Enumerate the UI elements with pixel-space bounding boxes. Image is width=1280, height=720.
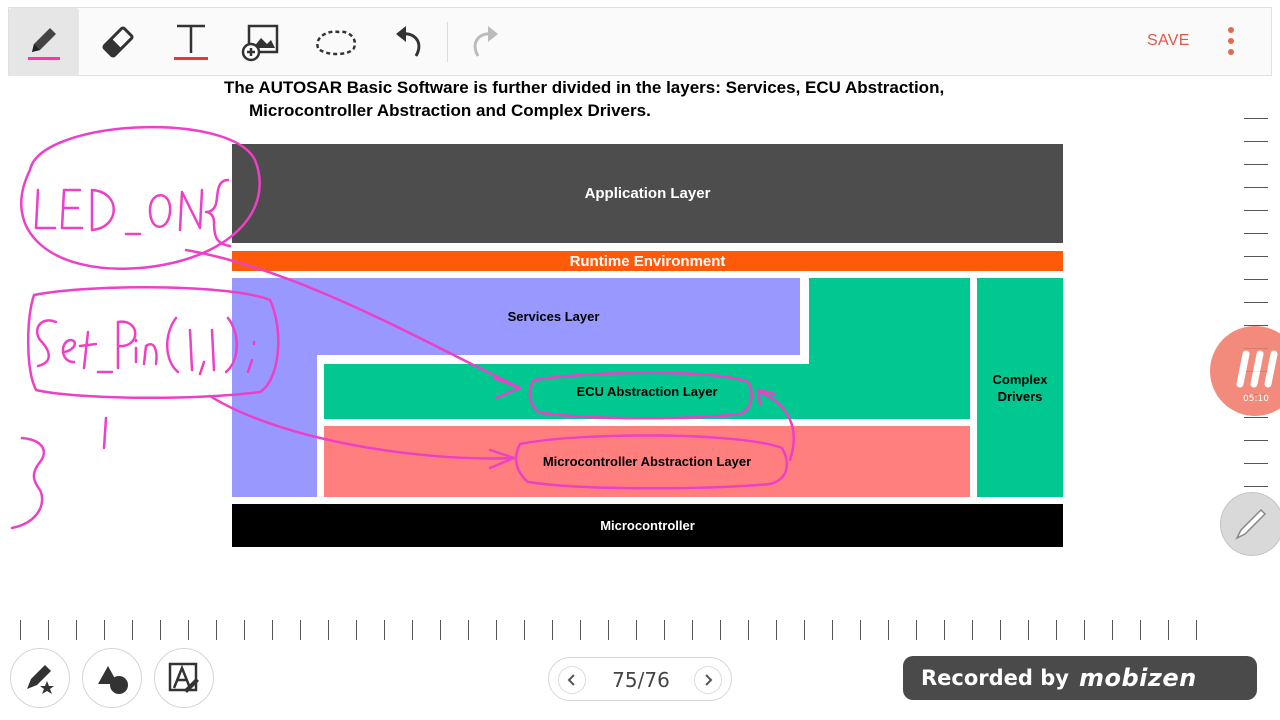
- ruler-tick: [636, 620, 637, 640]
- ruler-tick: [1112, 620, 1113, 640]
- undo-icon: [396, 26, 421, 57]
- lasso-icon: [316, 30, 357, 56]
- save-button[interactable]: SAVE: [1147, 32, 1190, 50]
- ruler-tick: [468, 620, 469, 640]
- application-layer-block: Application Layer: [232, 144, 1063, 243]
- complex-drivers-block: Complex Drivers: [977, 278, 1063, 497]
- ruler-tick: [1028, 620, 1029, 640]
- text-tool[interactable]: [156, 8, 226, 76]
- mcal-block: Microcontroller Abstraction Layer: [324, 426, 970, 497]
- ruler-tick: [1196, 620, 1197, 640]
- slide-canvas: The AUTOSAR Basic Software is further di…: [222, 76, 1078, 562]
- ruler-tick: [412, 620, 413, 640]
- slide-title: The AUTOSAR Basic Software is further di…: [224, 76, 1044, 122]
- ruler-tick: [188, 620, 189, 640]
- ruler-tick: [496, 620, 497, 640]
- ruler-tick: [1084, 620, 1085, 640]
- ruler-tick: [916, 620, 917, 640]
- runtime-environment-block: Runtime Environment: [232, 251, 1063, 271]
- closing-brace: [10, 436, 45, 530]
- lasso-tool[interactable]: [301, 8, 371, 76]
- ruler-tick: [1140, 620, 1141, 640]
- ruler-tick: [48, 620, 49, 640]
- ruler-tick: [440, 620, 441, 640]
- pen-tool[interactable]: [9, 8, 79, 76]
- undo-tool[interactable]: [375, 8, 445, 76]
- pen-settings-button[interactable]: [10, 648, 70, 708]
- ruler-tick: [20, 620, 21, 640]
- ruler-tick: [76, 620, 77, 640]
- ruler-tick: [384, 620, 385, 640]
- ruler-tick: [300, 620, 301, 640]
- ruler-tick: [160, 620, 161, 640]
- ruler-tick: [216, 620, 217, 640]
- insert-image-tool[interactable]: [226, 8, 296, 76]
- text-recognition-button[interactable]: [154, 648, 214, 708]
- image-add-icon: [241, 24, 279, 62]
- ruler-tick: [244, 620, 245, 640]
- ruler-tick: [888, 620, 889, 640]
- more-options-icon[interactable]: [1221, 24, 1241, 60]
- handwriting-to-text-icon: [168, 662, 199, 693]
- next-page-button[interactable]: [694, 666, 722, 694]
- ruler-tick: [972, 620, 973, 640]
- ruler-tick: [720, 620, 721, 640]
- services-layer-block: Services Layer: [232, 278, 800, 355]
- ruler-tick: [860, 620, 861, 640]
- ruler-tick: [328, 620, 329, 640]
- ruler-tick: [1056, 620, 1057, 640]
- ruler-tick: [776, 620, 777, 640]
- ruler-tick: [356, 620, 357, 640]
- bottom-ruler: [20, 620, 1220, 642]
- slide-title-line2: Microcontroller Abstraction and Complex …: [249, 101, 651, 120]
- recorded-by-label: Recorded by: [921, 666, 1069, 690]
- page-navigator: 75/76: [548, 657, 732, 701]
- recorded-by-watermark: Recorded by mobizen: [903, 656, 1257, 700]
- microcontroller-block: Microcontroller: [232, 504, 1063, 547]
- ruler-tick: [132, 620, 133, 640]
- ruler-tick: [804, 620, 805, 640]
- slide-title-line1: The AUTOSAR Basic Software is further di…: [224, 78, 945, 97]
- ruler-tick: [1168, 620, 1169, 640]
- ruler-tick: [944, 620, 945, 640]
- chevron-right-icon: [705, 674, 713, 686]
- pen-icon: [1235, 508, 1267, 540]
- ruler-tick: [608, 620, 609, 640]
- shape-button[interactable]: [82, 648, 142, 708]
- ruler-tick: [524, 620, 525, 640]
- redo-tool[interactable]: [449, 8, 519, 76]
- shapes-icon: [98, 666, 128, 694]
- ruler-tick: [692, 620, 693, 640]
- redo-icon: [473, 26, 498, 57]
- ruler-tick: [1000, 620, 1001, 640]
- ruler-tick: [272, 620, 273, 640]
- toolbar: SAVE: [8, 7, 1272, 76]
- complex-drivers-line2: Drivers: [997, 388, 1043, 404]
- ruler-tick: [552, 620, 553, 640]
- toolbar-divider: [447, 22, 448, 62]
- mobizen-logo: mobizen: [1078, 664, 1197, 692]
- pen-icon: [28, 28, 60, 60]
- ruler-tick: [104, 620, 105, 640]
- ecu-abstraction-layer-block: ECU Abstraction Layer: [324, 364, 970, 419]
- text-icon: [174, 24, 208, 60]
- ruler-tick: [580, 620, 581, 640]
- pen-star-icon: [27, 665, 54, 694]
- complex-drivers-line1: Complex: [992, 371, 1048, 387]
- ruler-tick: [832, 620, 833, 640]
- recording-timer: 05:10: [1243, 394, 1269, 404]
- eraser-tool[interactable]: [83, 8, 153, 76]
- ruler-tick: [664, 620, 665, 640]
- eraser-icon: [102, 26, 134, 58]
- floating-pen-button[interactable]: [1220, 492, 1280, 556]
- ruler-tick: [748, 620, 749, 640]
